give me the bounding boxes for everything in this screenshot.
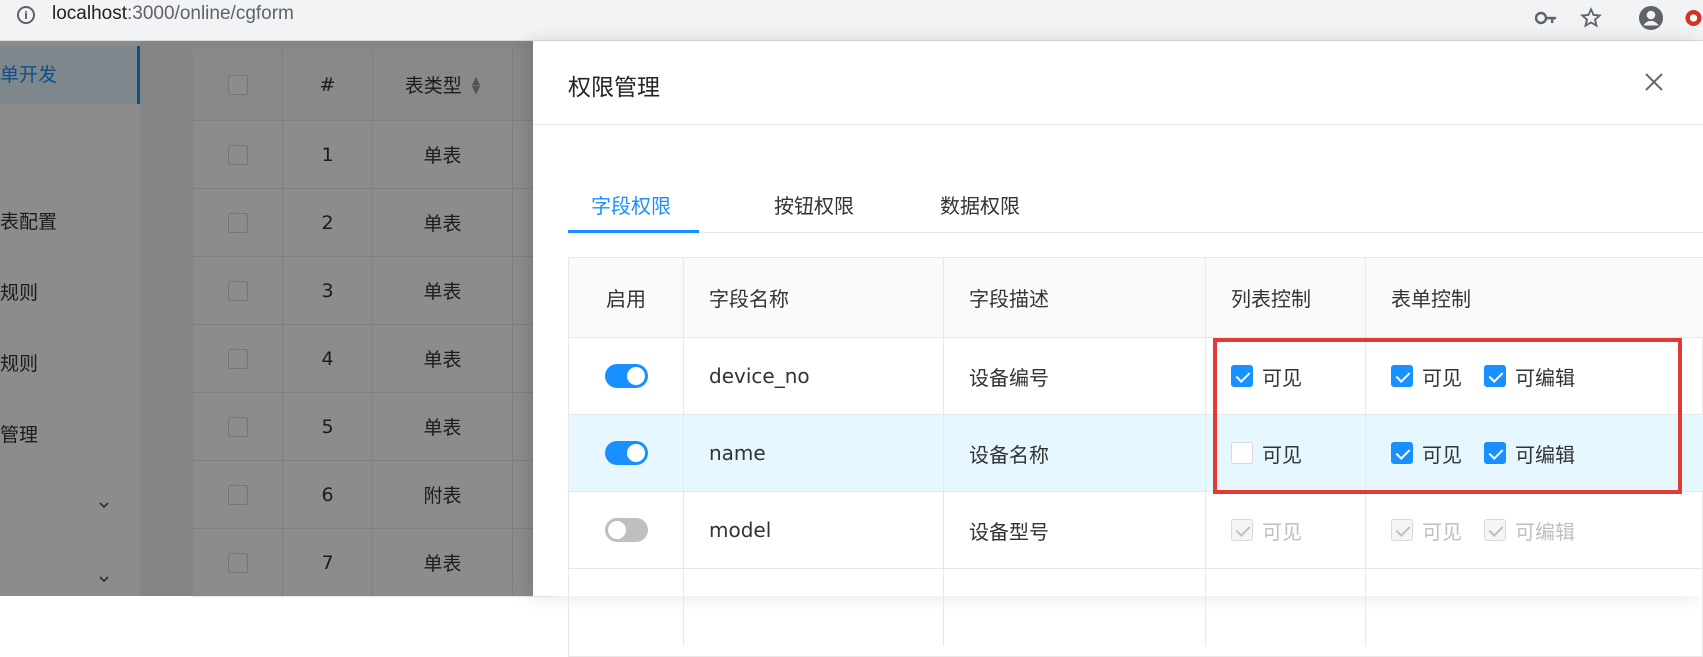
- table-row: name 设备名称 可见 可见 可编辑: [569, 415, 1703, 492]
- info-icon[interactable]: i: [17, 6, 35, 24]
- permission-tabs: 字段权限 按钮权限 数据权限: [568, 186, 1703, 233]
- field-name: name: [684, 415, 944, 491]
- form-editable-checkbox: 可编辑: [1484, 516, 1575, 545]
- table-row: model 设备型号 可见 可见 可编辑: [569, 492, 1703, 569]
- table-row: device_no 设备编号 可见 可见 可编辑: [569, 338, 1703, 415]
- tab-button-permission[interactable]: 按钮权限: [774, 190, 854, 219]
- star-icon[interactable]: [1578, 5, 1604, 31]
- field-desc: 设备型号: [944, 492, 1206, 568]
- field-desc: 设备编号: [944, 338, 1206, 414]
- form-editable-checkbox[interactable]: 可编辑: [1484, 362, 1575, 391]
- drawer-header: 权限管理: [533, 41, 1703, 125]
- key-icon[interactable]: [1533, 5, 1559, 31]
- address-bar[interactable]: i localhost:3000/online/cgform: [0, 0, 1617, 36]
- tab-ink-bar: [568, 230, 699, 233]
- enable-switch[interactable]: [604, 364, 648, 388]
- list-visible-checkbox[interactable]: 可见: [1231, 362, 1302, 391]
- col-list-control-header: 列表控制: [1206, 258, 1366, 337]
- account-icon[interactable]: [1638, 5, 1664, 31]
- list-visible-checkbox: 可见: [1231, 516, 1302, 545]
- url-host: localhost: [52, 3, 127, 24]
- enable-switch[interactable]: [604, 518, 648, 542]
- field-permission-table: 启用 字段名称 字段描述 列表控制 表单控制 device_no 设备编号 可见…: [568, 257, 1703, 657]
- list-visible-checkbox[interactable]: 可见: [1231, 439, 1302, 468]
- col-form-control-header: 表单控制: [1391, 287, 1471, 311]
- table-header: 启用 字段名称 字段描述 列表控制 表单控制: [569, 258, 1703, 338]
- form-visible-checkbox[interactable]: 可见: [1391, 362, 1462, 391]
- field-name: device_no: [684, 338, 944, 414]
- close-icon[interactable]: [1641, 69, 1667, 95]
- form-editable-checkbox[interactable]: 可编辑: [1484, 439, 1575, 468]
- form-visible-checkbox[interactable]: 可见: [1391, 439, 1462, 468]
- enable-switch[interactable]: [604, 441, 648, 465]
- tab-data-permission[interactable]: 数据权限: [940, 190, 1020, 219]
- table-row: [569, 569, 1703, 646]
- permission-drawer: 权限管理 字段权限 按钮权限 数据权限 启用 字段名称 字段描述 列表控制 表单…: [533, 41, 1703, 657]
- url-path: :3000/online/cgform: [127, 3, 294, 24]
- url-text[interactable]: localhost:3000/online/cgform: [52, 3, 294, 25]
- drawer-title: 权限管理: [568, 75, 660, 101]
- extension-icon[interactable]: [1684, 5, 1703, 31]
- form-visible-checkbox: 可见: [1391, 516, 1462, 545]
- col-field-name-header: 字段名称: [684, 258, 944, 337]
- field-desc: 设备名称: [944, 415, 1206, 491]
- col-field-desc-header: 字段描述: [944, 258, 1206, 337]
- field-name: model: [684, 492, 944, 568]
- browser-toolbar: i localhost:3000/online/cgform: [0, 0, 1703, 41]
- col-enable-header: 启用: [569, 258, 684, 337]
- tab-field-permission[interactable]: 字段权限: [591, 190, 671, 219]
